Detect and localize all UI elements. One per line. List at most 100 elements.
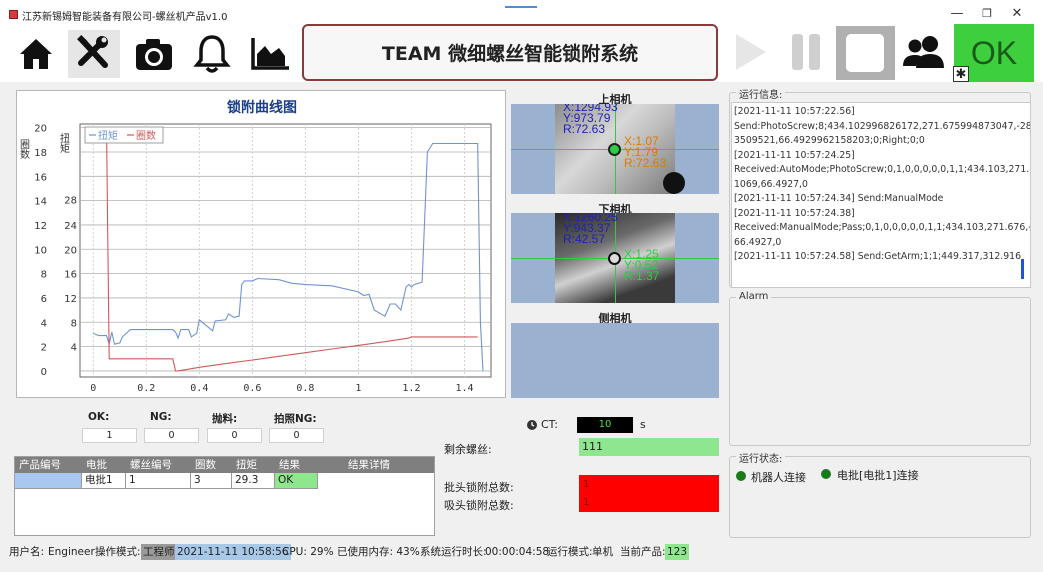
log-lines: [2021-11-11 10:57:22.56] Send:PhotoScrew;… <box>732 103 1030 265</box>
ct-label: CT: <box>541 418 558 431</box>
y-right-tick-label: 16 <box>64 270 77 281</box>
cell-product-id[interactable] <box>15 473 82 489</box>
plot-area <box>79 123 492 378</box>
log-line: 1069,66.4927,0 <box>734 178 808 190</box>
y-left-tick-label: 10 <box>34 245 47 256</box>
ct-value: 10 <box>577 417 633 433</box>
y-right-tick-label: 20 <box>64 245 77 256</box>
cell-screw-id[interactable]: 1 <box>126 473 191 489</box>
camera-icon <box>136 39 172 70</box>
col-header-turns[interactable]: 圈数 <box>191 457 232 473</box>
users-button[interactable] <box>898 28 950 76</box>
bottom-target-marker <box>608 252 621 265</box>
results-table[interactable]: 产品编号 电批 螺丝编号 圈数 扭矩 结果 结果详情 电批1 1 3 29.3 … <box>14 456 435 536</box>
alarm-title: Alarm <box>736 291 772 302</box>
users-icon <box>903 36 944 68</box>
alarm-button[interactable] <box>186 30 238 78</box>
bottom-camera-view[interactable]: X:1260.25 Y:943.37 R:42.57 X:1.25 Y:0.52… <box>511 213 719 303</box>
top-target-marker <box>608 143 621 156</box>
run-mode-label: 运行模式: <box>547 546 593 558</box>
log-line: 3509521,66.4929962158203;0;Right;0;0 <box>734 135 925 146</box>
run-mode-value: 单机 <box>592 546 613 558</box>
cell-result[interactable]: OK <box>275 473 318 489</box>
pause-button[interactable] <box>780 28 832 76</box>
close-button[interactable]: ✕ <box>1002 4 1032 24</box>
remaining-screws-field: 111 <box>579 438 719 456</box>
col-header-result[interactable]: 结果 <box>275 457 318 473</box>
y-right-axis-title: 扭矩 <box>58 132 70 154</box>
log-line: [2021-11-11 10:57:24.38] <box>734 207 855 219</box>
pause-icon <box>792 34 820 70</box>
run-info-log[interactable]: [2021-11-11 10:57:22.56] Send:PhotoScrew;… <box>731 102 1031 288</box>
col-header-screwdriver[interactable]: 电批 <box>82 457 126 473</box>
settings-button[interactable] <box>68 30 120 78</box>
maximize-button[interactable]: ❐ <box>972 4 1002 24</box>
title-accent-line <box>505 6 537 8</box>
home-button[interactable] <box>10 30 62 78</box>
user-value: Engineer <box>48 546 95 558</box>
y-left-tick-label: 0 <box>41 367 47 378</box>
datetime-value: 2021-11-11 10:58:56 <box>175 544 291 560</box>
discard-count-field: 0 <box>207 428 262 443</box>
camera-button[interactable] <box>128 30 180 78</box>
log-line: Received:ManualMode;Pass;0,1,0,0,0,0,0,1… <box>734 222 1030 233</box>
col-header-torque[interactable]: 扭矩 <box>232 457 275 473</box>
suction-total-label: 吸头锁附总数: <box>444 499 514 512</box>
col-header-product-id[interactable]: 产品编号 <box>15 457 82 473</box>
system-title: TEAM 微细螺丝智能锁附系统 <box>302 24 718 81</box>
y-left-tick-label: 16 <box>34 172 47 183</box>
y-left-tick-label: 12 <box>34 221 47 232</box>
cell-torque[interactable]: 29.3 <box>232 473 275 489</box>
y-left-tick-label: 20 <box>34 124 47 135</box>
status-bar: 用户名: Engineer 操作模式: 工程师 2021-11-11 10:58… <box>0 543 1043 561</box>
curve-button[interactable] <box>244 30 296 78</box>
run-status-group: 运行状态: 机器人连接 电批[电批1]连接 <box>729 450 1031 538</box>
bottom-overlay-r: R:1.37 <box>624 269 660 283</box>
ng-count-label: NG: <box>150 411 172 423</box>
cell-screwdriver[interactable]: 电批1 <box>82 473 126 489</box>
cell-turns[interactable]: 3 <box>191 473 232 489</box>
photo-ng-count-label: 拍照NG: <box>274 413 317 425</box>
minimize-button[interactable]: — <box>942 4 972 24</box>
start-button[interactable] <box>724 28 776 76</box>
totals-field: 1 1 <box>579 475 719 512</box>
y-left-tick-label: 8 <box>41 270 47 281</box>
x-tick-label: 1.2 <box>402 383 420 394</box>
memory-usage: 已使用内存: 43% <box>337 546 420 558</box>
x-tick-label: 0 <box>90 383 96 394</box>
area-chart-icon <box>251 38 289 70</box>
side-camera-view[interactable] <box>511 323 719 398</box>
top-readout-r: R:72.63 <box>563 122 606 136</box>
toolbar: TEAM 微细螺丝智能锁附系统 OK ✱ <box>0 24 1043 82</box>
legend-label: 扭矩 <box>98 129 118 142</box>
stop-button[interactable] <box>836 26 895 80</box>
product-value: 123 <box>665 544 690 560</box>
main-window: 江苏新锡姆智能装备有限公司-螺丝机产品v1.0 — ❐ ✕ TEAM 微细螺丝智… <box>0 0 1043 572</box>
bottom-camera-readout: X:1260.25 Y:943.37 R:42.57 <box>563 213 618 245</box>
run-status-title: 运行状态: <box>736 450 786 465</box>
log-scrollbar-thumb[interactable] <box>1021 259 1024 279</box>
top-camera-view[interactable]: X:1294.93 Y:973.79 R:72.63 X:1.07 Y:1.79… <box>511 104 719 194</box>
y-left-tick-label: 14 <box>34 197 47 208</box>
x-tick-label: 0.8 <box>296 383 314 394</box>
suction-total-value: 1 <box>583 497 590 508</box>
log-line: 66.4927,0 <box>734 236 782 248</box>
batch-total-label: 批头锁附总数: <box>444 481 514 494</box>
bottom-readout-r: R:42.57 <box>563 232 606 246</box>
ok-count-label: OK: <box>88 411 110 423</box>
bell-icon <box>193 35 231 73</box>
star-badge: ✱ <box>953 66 969 82</box>
screwdriver-status-label: 电批[电批1]连接 <box>837 469 919 482</box>
col-header-result-detail[interactable]: 结果详情 <box>318 457 434 473</box>
photo-ng-count-field: 0 <box>269 428 324 443</box>
mode-value: 工程师 <box>141 544 177 560</box>
tools-icon <box>77 35 108 68</box>
y-left-tick-label: 4 <box>41 318 47 329</box>
alarm-group: Alarm <box>729 291 1031 446</box>
log-line: [2021-11-11 10:57:24.34] Send:ManualMode <box>734 193 944 204</box>
x-tick-label: 1 <box>355 383 361 394</box>
top-camera-hole <box>663 172 685 194</box>
ng-count-field: 0 <box>144 428 199 443</box>
col-header-screw-id[interactable]: 螺丝编号 <box>126 457 191 473</box>
uptime-value: 00:00:04:58 <box>485 546 550 558</box>
